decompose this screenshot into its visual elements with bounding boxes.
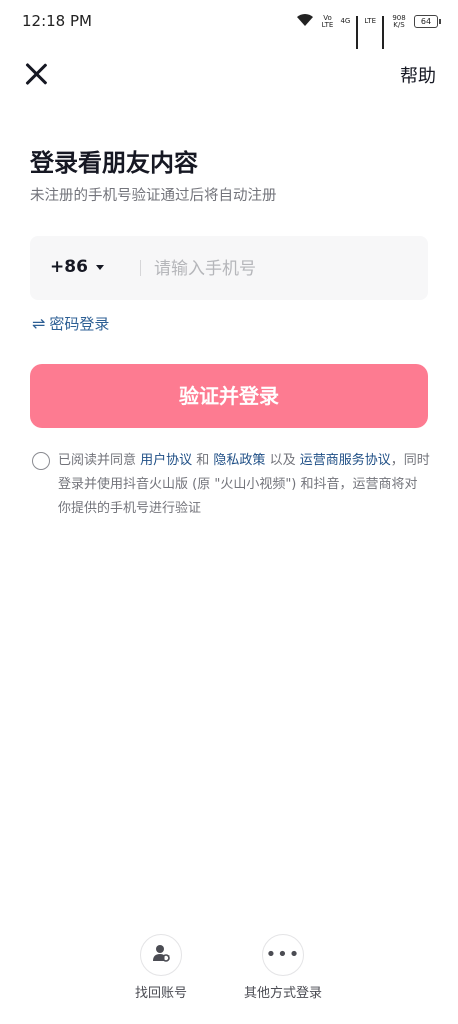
phone-input-container: +86 xyxy=(30,236,428,300)
other-login-circle: ••• xyxy=(262,934,304,976)
battery-icon: 64 xyxy=(414,15,441,28)
other-login-label: 其他方式登录 xyxy=(243,986,322,1001)
agreement-text-part3: 以及 xyxy=(265,453,300,468)
recover-account-circle xyxy=(140,934,182,976)
carrier-agreement-link[interactable]: 运营商服务协议 xyxy=(300,453,391,468)
help-button[interactable]: 帮助 xyxy=(400,62,436,88)
net-speed-unit: K/S xyxy=(393,20,405,29)
user-recover-icon xyxy=(151,943,171,967)
page-title: 登录看朋友内容 xyxy=(30,149,198,177)
recover-account-button[interactable]: 找回账号 xyxy=(106,934,216,1001)
wifi-icon xyxy=(296,12,314,31)
status-time: 12:18 PM xyxy=(22,12,92,30)
page-subtitle: 未注册的手机号验证通过后将自动注册 xyxy=(30,188,277,204)
privacy-policy-link[interactable]: 隐私政策 xyxy=(213,453,265,468)
swap-icon: ⇌ xyxy=(32,314,46,333)
country-code-label: +86 xyxy=(50,257,88,277)
status-bar: 12:18 PM Vo LTE 4G LTE 908 K/S 64 xyxy=(0,0,458,49)
caret-down-icon xyxy=(95,264,104,270)
password-login-link[interactable]: ⇌ 密码登录 xyxy=(32,313,109,334)
network-4g-label: 4G xyxy=(340,17,351,25)
agreement-text-part2: 和 xyxy=(192,453,214,468)
network-lte-label: LTE xyxy=(364,17,376,25)
recover-account-label: 找回账号 xyxy=(134,986,187,1001)
other-login-methods-button[interactable]: ••• 其他方式登录 xyxy=(228,934,338,1001)
signal-icon-2 xyxy=(382,15,384,49)
signal-icon xyxy=(356,15,359,49)
agreement-text: 已阅读并同意 用户协议 和 隐私政策 以及 运营商服务协议，同时登录并使用抖音火… xyxy=(58,449,430,521)
phone-number-input[interactable] xyxy=(152,250,416,288)
user-agreement-link[interactable]: 用户协议 xyxy=(140,453,192,468)
agreement-text-part1: 已阅读并同意 xyxy=(58,453,141,468)
net-speed: 908 K/S xyxy=(390,14,408,29)
status-icons: Vo LTE 4G LTE 908 K/S 64 xyxy=(296,12,441,49)
password-login-label: 密码登录 xyxy=(49,315,110,333)
verify-login-button[interactable]: 验证并登录 xyxy=(30,364,428,428)
agreement-checkbox[interactable] xyxy=(32,452,50,470)
more-dots-icon: ••• xyxy=(265,944,301,965)
volte-label: Vo LTE xyxy=(321,13,334,29)
close-icon[interactable] xyxy=(24,62,48,86)
country-code-selector[interactable]: +86 xyxy=(50,257,104,277)
divider xyxy=(140,260,141,276)
